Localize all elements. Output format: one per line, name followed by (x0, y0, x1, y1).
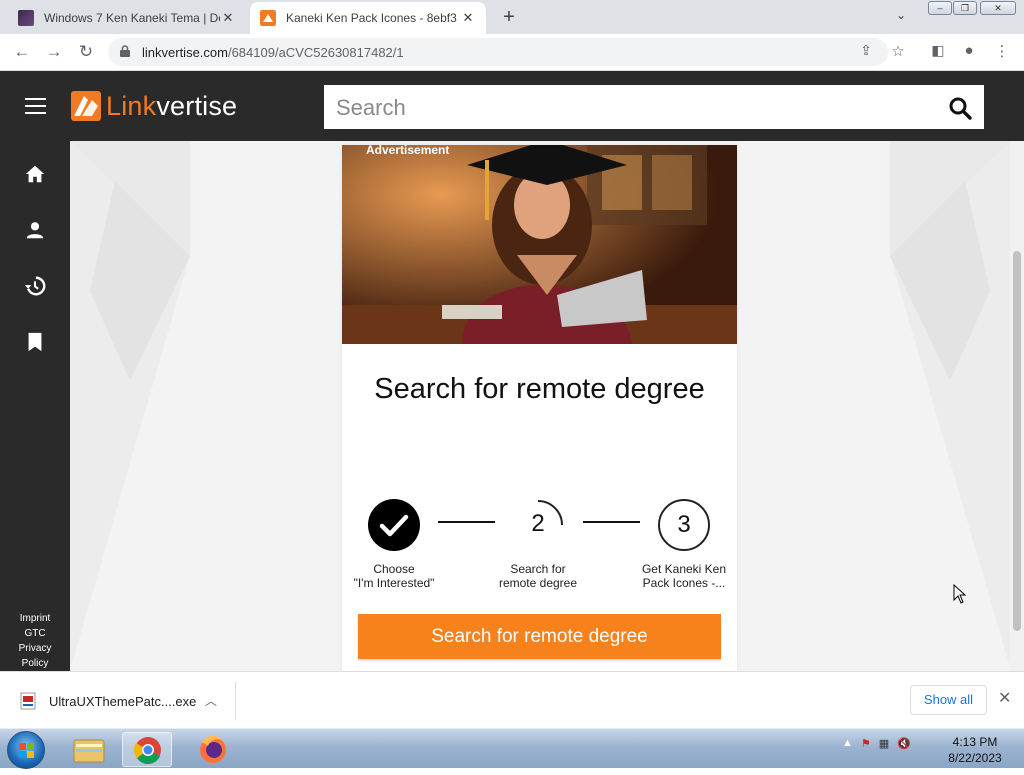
step-2-label: Search for remote degree (498, 562, 578, 590)
linkvertise-favicon-icon (260, 10, 276, 26)
taskbar-clock[interactable]: 4:13 PM 8/22/2023 (940, 734, 1010, 766)
action-center-flag-icon[interactable]: ⚑ (861, 737, 871, 750)
bookmark-star-icon[interactable]: ☆ (888, 42, 908, 60)
step-3-indicator: 3 (658, 499, 710, 551)
tab-windows7-kaneki[interactable]: Windows 7 Ken Kaneki Tema | De ✕ (8, 2, 246, 34)
share-icon[interactable]: ⇪ (856, 42, 876, 59)
new-tab-button[interactable]: + (498, 6, 520, 29)
tab-title: Kaneki Ken Pack Icones - 8ebf3 - (286, 11, 460, 25)
step-1-done-indicator (368, 499, 420, 551)
policy-link[interactable]: Policy (0, 656, 70, 671)
ad-photo (342, 145, 737, 344)
search-icon[interactable] (948, 96, 972, 120)
reload-icon[interactable]: ↻ (76, 42, 96, 62)
clock-date: 8/22/2023 (948, 751, 1002, 765)
mouse-cursor-icon (953, 584, 967, 604)
progress-arc-icon (537, 500, 563, 526)
show-all-button[interactable]: Show all (910, 685, 987, 715)
chrome-taskbar-button[interactable] (122, 732, 172, 767)
step-3-label: Get Kaneki Ken Pack Icones -... (641, 562, 727, 590)
close-tab-icon[interactable]: ✕ (460, 10, 476, 26)
site-header: Linkvertise (0, 71, 1024, 141)
url-text: linkvertise.com/684109/aCVC52630817482/1 (142, 45, 404, 60)
tab-title: Windows 7 Ken Kaneki Tema | De (44, 11, 220, 25)
logo-text: Linkvertise (106, 90, 238, 121)
checkmark-icon (379, 514, 409, 537)
browser-tab-strip: Windows 7 Ken Kaneki Tema | De ✕ Kaneki … (0, 0, 1024, 34)
search-input[interactable] (336, 95, 916, 121)
bookmark-icon[interactable] (24, 331, 46, 353)
chrome-menu-icon[interactable]: ⋮ (992, 42, 1012, 60)
chrome-icon (134, 737, 161, 765)
step-2-indicator: 2 (512, 499, 564, 551)
browser-toolbar: ← → ↻ linkvertise.com/684109/aCVC5263081… (0, 34, 1024, 71)
address-bar[interactable]: linkvertise.com/684109/aCVC52630817482/1 (108, 38, 888, 66)
close-download-bar-icon[interactable]: ✕ (998, 688, 1011, 708)
network-icon[interactable]: ▦ (879, 737, 889, 750)
side-panel-icon[interactable]: ◧ (928, 42, 948, 59)
explorer-taskbar-button[interactable] (64, 732, 114, 767)
tab-search-chevron-icon[interactable]: ⌄ (896, 8, 906, 22)
download-bar: UltraUXThemePatc....exe ︿ Show all ✕ (0, 671, 1024, 728)
folder-icon (73, 739, 105, 763)
content-card: Advertisement Search for remote degree 2… (342, 145, 737, 671)
restore-button[interactable]: ❐ (953, 1, 977, 15)
windows-logo-icon (19, 743, 34, 758)
linkvertise-logo[interactable]: Linkvertise (70, 90, 237, 122)
firefox-taskbar-button[interactable] (188, 732, 238, 767)
close-window-button[interactable]: ✕ (980, 1, 1016, 15)
forward-arrow-icon[interactable]: → (44, 42, 64, 62)
advertisement-image[interactable]: Advertisement (342, 145, 737, 344)
search-remote-degree-button[interactable]: Search for remote degree (358, 614, 721, 659)
page-scrollbar[interactable] (1010, 141, 1024, 671)
system-tray: ▲ ⚑ ▦ 🔇 (842, 737, 911, 750)
imprint-link[interactable]: Imprint (0, 611, 70, 626)
home-icon[interactable] (24, 163, 46, 185)
history-icon[interactable] (24, 275, 46, 297)
tray-expand-icon[interactable]: ▲ (842, 737, 853, 750)
close-tab-icon[interactable]: ✕ (220, 10, 236, 26)
step-connector (438, 521, 495, 523)
step-connector (583, 521, 640, 523)
sidebar: Imprint GTC Privacy Policy (0, 141, 70, 671)
step-3-number: 3 (677, 511, 691, 538)
scrollbar-thumb[interactable] (1013, 251, 1021, 631)
exe-file-icon (20, 692, 36, 710)
windows-taskbar: ▲ ⚑ ▦ 🔇 4:13 PM 8/22/2023 (0, 728, 1024, 769)
profile-avatar-icon[interactable]: ● (959, 42, 979, 59)
site-search-box (324, 85, 984, 129)
privacy-link[interactable]: Privacy (0, 641, 70, 656)
account-icon[interactable] (24, 219, 46, 241)
start-button[interactable] (7, 731, 45, 769)
sidebar-footer-links: Imprint GTC Privacy Policy (0, 611, 70, 671)
minimize-button[interactable]: – (928, 1, 952, 15)
back-arrow-icon[interactable]: ← (12, 42, 32, 62)
download-file-name: UltraUXThemePatc....exe (49, 694, 197, 709)
lock-icon (120, 45, 130, 57)
step-1-label: Choose "I'm Interested" (353, 562, 435, 590)
site-favicon-icon (18, 10, 34, 26)
volume-muted-icon[interactable]: 🔇 (897, 737, 911, 750)
hamburger-menu-icon[interactable] (25, 98, 46, 114)
advertisement-label: Advertisement (366, 145, 450, 157)
chevron-up-icon[interactable]: ︿ (205, 692, 217, 709)
linkvertise-logo-icon (71, 91, 101, 121)
gtc-link[interactable]: GTC (0, 626, 70, 641)
download-item[interactable]: UltraUXThemePatc....exe ︿ (14, 682, 236, 720)
firefox-icon (200, 735, 226, 763)
clock-time: 4:13 PM (952, 735, 998, 749)
card-title: Search for remote degree (374, 373, 705, 405)
tab-kaneki-pack[interactable]: Kaneki Ken Pack Icones - 8ebf3 - ✕ (250, 2, 486, 34)
